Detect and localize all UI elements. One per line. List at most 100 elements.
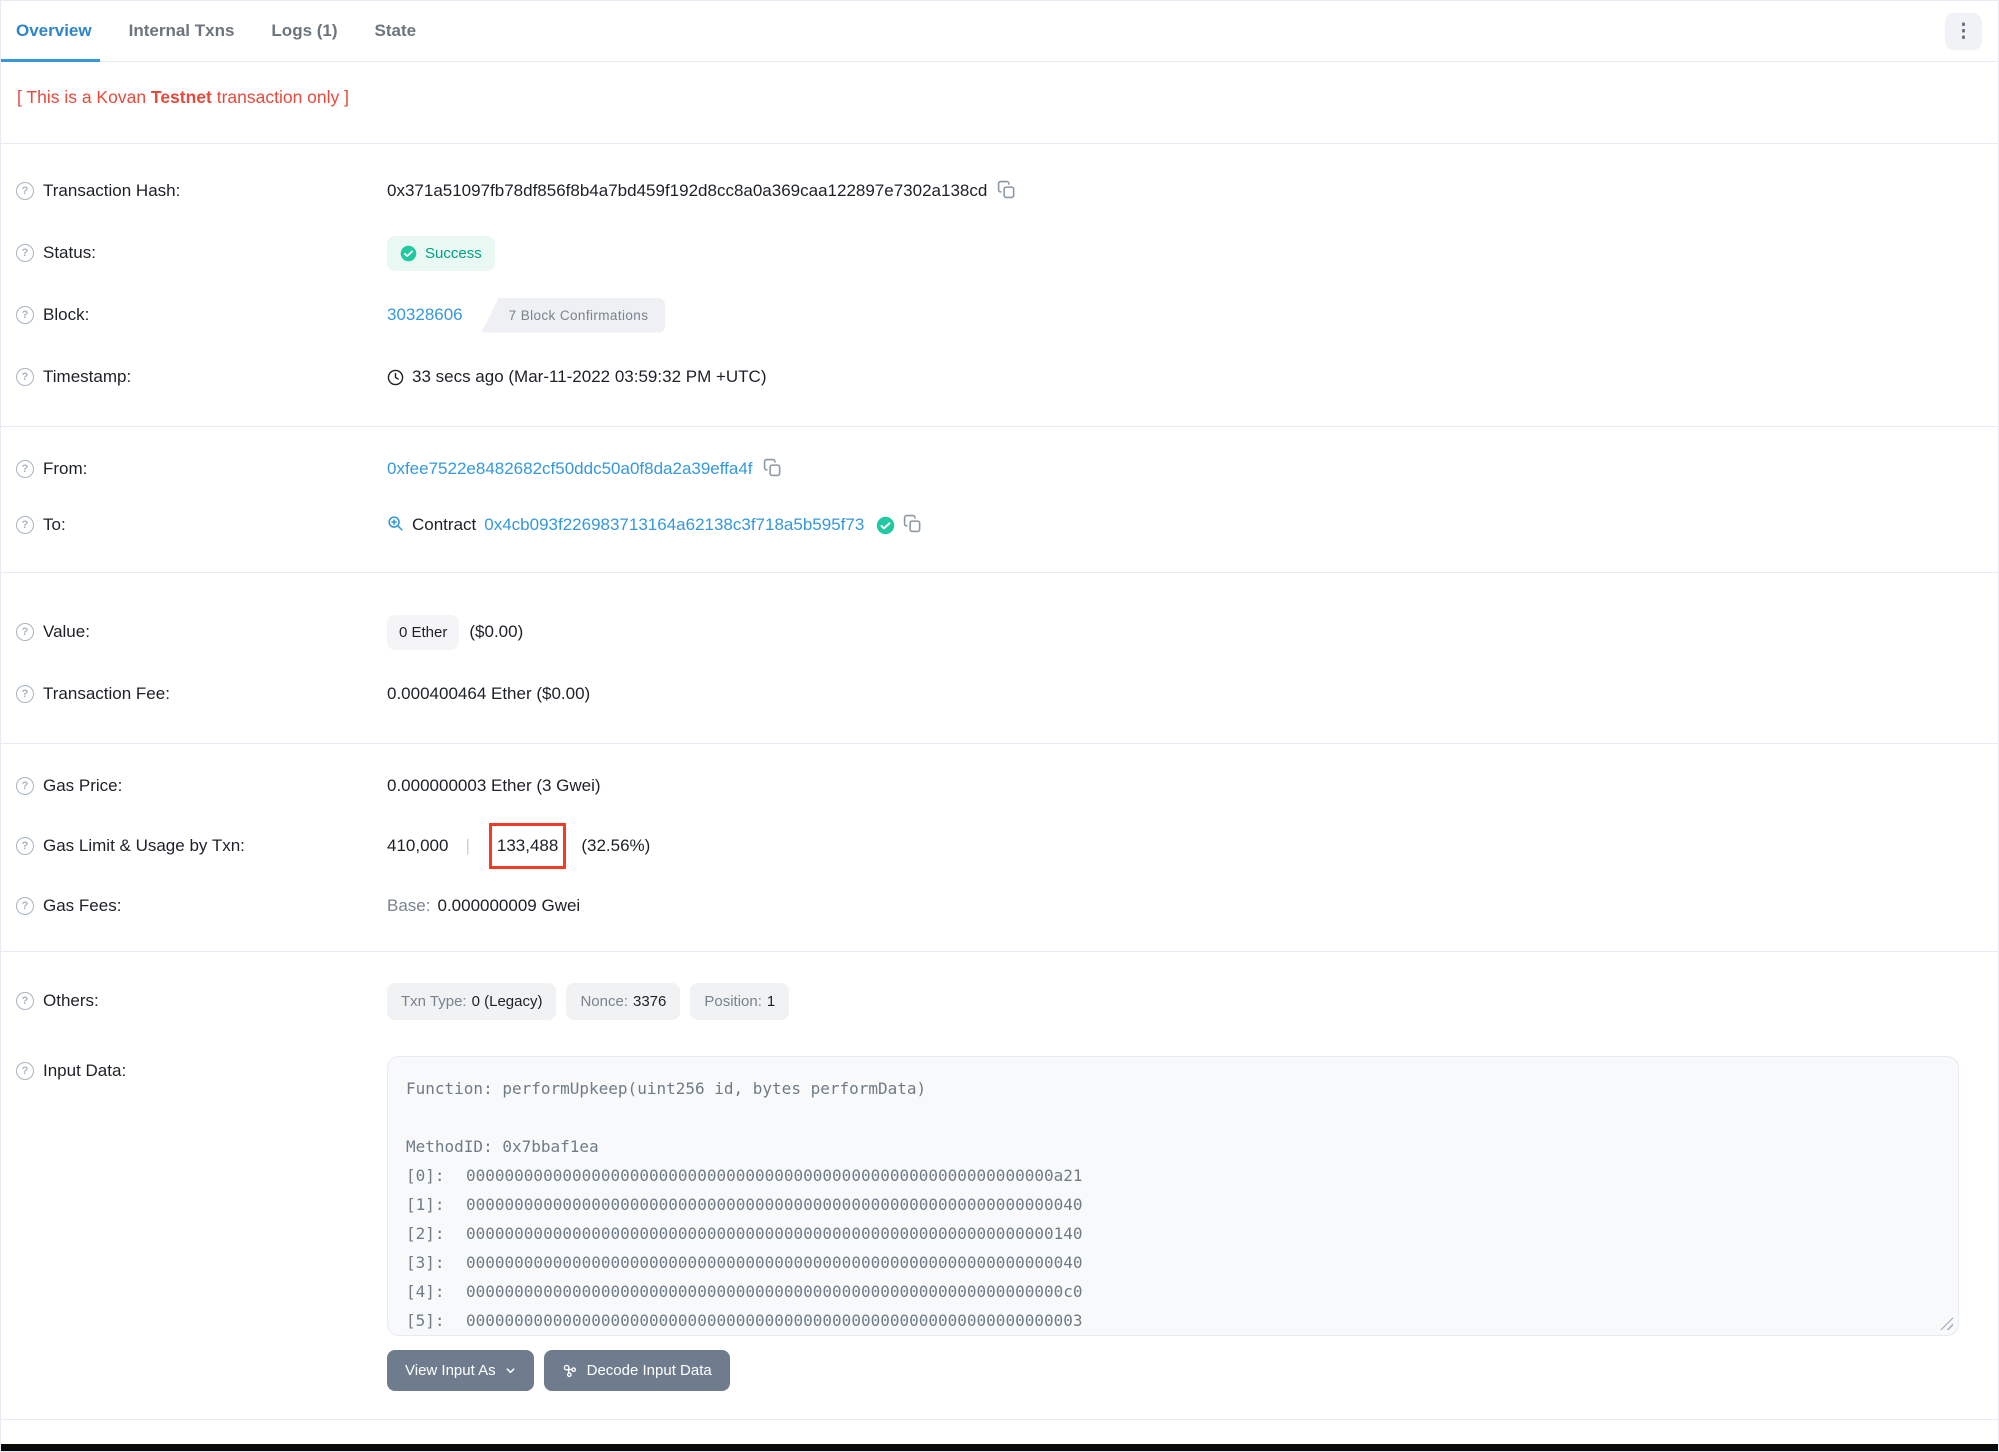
status-label: Status: [43, 243, 96, 262]
to-address-link[interactable]: 0x4cb093f226983713164a62138c3f718a5b595f… [484, 515, 864, 535]
help-icon[interactable]: ? [16, 460, 34, 478]
decode-input-data-button[interactable]: Decode Input Data [543, 1350, 730, 1391]
transaction-fee-label: Transaction Fee: [43, 684, 170, 703]
row-transaction-fee: ? Transaction Fee: 0.000400464 Ether ($0… [1, 663, 1998, 725]
help-icon[interactable]: ? [16, 1062, 34, 1080]
row-others: ? Others: Txn Type: 0 (Legacy) Nonce: 3376… [1, 970, 1998, 1032]
input-data-box[interactable]: Function: performUpkeep(uint256 id, byte… [387, 1056, 1959, 1336]
input-word-5: [5]: 000000000000000000000000000000000000… [406, 1306, 1938, 1335]
row-value: ? Value: 0 Ether ($0.00) [1, 601, 1998, 663]
input-word-1: [1]: 000000000000000000000000000000000000… [406, 1190, 1938, 1219]
gas-fees-base-value: 0.000000009 Gwei [437, 896, 581, 915]
input-function-line: Function: performUpkeep(uint256 id, byte… [406, 1079, 927, 1098]
status-value: Success [425, 244, 482, 262]
resize-handle[interactable] [1940, 1317, 1953, 1330]
section-gas: ? Gas Price: 0.000000003 Ether (3 Gwei) … [1, 744, 1998, 952]
section-others-input: ? Others: Txn Type: 0 (Legacy) Nonce: 3376… [1, 952, 1998, 1420]
copy-button[interactable] [903, 514, 922, 536]
help-icon[interactable]: ? [16, 306, 34, 324]
timestamp-label: Timestamp: [43, 367, 132, 386]
row-gas-price: ? Gas Price: 0.000000003 Ether (3 Gwei) [1, 756, 1998, 816]
help-icon[interactable]: ? [16, 244, 34, 262]
word-index: [0]: [406, 1166, 445, 1185]
section-value-fee: ? Value: 0 Ether ($0.00) ? Transaction F… [1, 573, 1998, 744]
gas-used-value: 133,488 [496, 836, 559, 855]
bottom-edge-bar [1, 1444, 1998, 1451]
help-icon[interactable]: ? [16, 837, 34, 855]
input-word-2: [2]: 000000000000000000000000000000000000… [406, 1219, 1938, 1248]
help-icon[interactable]: ? [16, 623, 34, 641]
others-label: Others: [43, 991, 99, 1010]
tab-overview[interactable]: Overview [1, 1, 100, 62]
copy-button[interactable] [997, 180, 1016, 202]
notice-suffix: transaction only ] [211, 87, 350, 107]
help-icon[interactable]: ? [16, 368, 34, 386]
view-input-as-label: View Input As [405, 1362, 496, 1379]
txn-type-badge: Txn Type: 0 (Legacy) [387, 982, 557, 1020]
value-amount-badge: 0 Ether [387, 614, 460, 650]
input-word-3: [3]: 000000000000000000000000000000000000… [406, 1248, 1938, 1277]
zoom-in-button[interactable] [387, 515, 404, 535]
help-icon[interactable]: ? [16, 897, 34, 915]
gas-separator: | [465, 836, 470, 855]
help-icon[interactable]: ? [16, 516, 34, 534]
help-icon[interactable]: ? [16, 777, 34, 795]
timestamp-value: 33 secs ago (Mar-11-2022 03:59:32 PM +UT… [412, 367, 767, 386]
chevron-down-icon [505, 1365, 516, 1376]
row-gas-limit-usage: ? Gas Limit & Usage by Txn: 410,000 | 13… [1, 816, 1998, 876]
gas-fees-base-label: Base: [387, 896, 431, 915]
gas-price-label: Gas Price: [43, 776, 123, 795]
tab-logs[interactable]: Logs (1) [271, 1, 337, 61]
word-index: [3]: [406, 1253, 445, 1272]
tab-state[interactable]: State [375, 1, 417, 61]
view-input-as-button[interactable]: View Input As [387, 1350, 534, 1391]
word-hex: 0000000000000000000000000000000000000000… [466, 1195, 1083, 1214]
txn-type-value: 0 (Legacy) [471, 992, 543, 1010]
to-contract-word: Contract [412, 515, 477, 534]
success-check-icon [400, 245, 417, 262]
testnet-notice: [ This is a Kovan Testnet transaction on… [1, 62, 1998, 144]
gas-limit-label: Gas Limit & Usage by Txn: [43, 836, 245, 855]
nonce-key: Nonce: [580, 992, 628, 1010]
input-word-0: [0]: 000000000000000000000000000000000000… [406, 1161, 1938, 1190]
tab-internal-txns[interactable]: Internal Txns [129, 1, 235, 61]
row-block: ? Block: 30328606 7 Block Confirmations [1, 284, 1998, 346]
section-addresses: ? From: 0xfee7522e8482682cf50ddc50a0f8da… [1, 427, 1998, 573]
notice-bold: Testnet [150, 87, 212, 107]
transaction-details-page: Overview Internal Txns Logs (1) State ⋮ … [0, 0, 1999, 1452]
block-number-link[interactable]: 30328606 [387, 305, 463, 325]
word-index: [2]: [406, 1224, 445, 1243]
status-badge: Success [387, 235, 495, 271]
copy-icon [903, 514, 922, 536]
row-timestamp: ? Timestamp: 33 secs ago (Mar-11-2022 03… [1, 346, 1998, 408]
input-blank-line [406, 1103, 1938, 1132]
section-overview-top: ? Transaction Hash: 0x371a51097fb78df856… [1, 144, 1998, 427]
magnifier-plus-icon [387, 515, 404, 535]
position-key: Position: [704, 992, 762, 1010]
clock-icon [387, 369, 404, 386]
word-index: [1]: [406, 1195, 445, 1214]
tab-bar: Overview Internal Txns Logs (1) State ⋮ [1, 1, 1998, 62]
word-hex: 0000000000000000000000000000000000000000… [466, 1282, 1083, 1301]
txn-type-key: Txn Type: [401, 992, 467, 1010]
annotation-highlight-box: 133,488 [488, 823, 567, 869]
word-index: [4]: [406, 1282, 445, 1301]
row-status: ? Status: Success [1, 222, 1998, 284]
from-label: From: [43, 459, 88, 478]
help-icon[interactable]: ? [16, 685, 34, 703]
help-icon[interactable]: ? [16, 992, 34, 1010]
copy-button[interactable] [763, 458, 782, 480]
row-gas-fees: ? Gas Fees: Base: 0.000000009 Gwei [1, 876, 1998, 936]
copy-icon [997, 180, 1016, 202]
help-icon[interactable]: ? [16, 182, 34, 200]
input-data-label: Input Data: [43, 1061, 127, 1080]
gas-fees-label: Gas Fees: [43, 896, 122, 915]
more-options-button[interactable]: ⋮ [1945, 12, 1982, 50]
label-col: ? Transaction Hash: [1, 181, 387, 201]
word-hex: 0000000000000000000000000000000000000000… [466, 1253, 1083, 1272]
gas-used-percent: (32.56%) [581, 836, 651, 855]
decode-label: Decode Input Data [586, 1362, 712, 1379]
word-hex: 0000000000000000000000000000000000000000… [466, 1311, 1083, 1330]
block-label: Block: [43, 305, 90, 324]
from-address-link[interactable]: 0xfee7522e8482682cf50ddc50a0f8da2a39effa… [387, 459, 753, 479]
